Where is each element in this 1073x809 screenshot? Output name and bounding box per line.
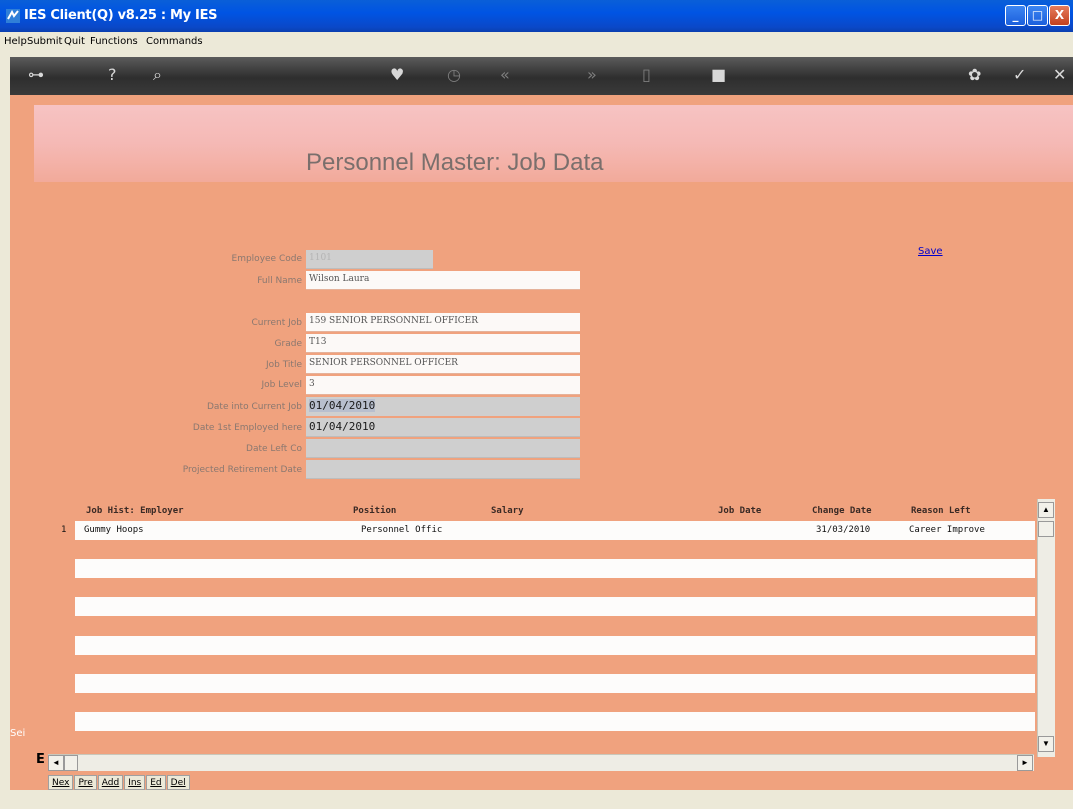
ok-icon[interactable]: ✓ [1013,64,1026,86]
scroll-up-icon[interactable]: ▲ [1038,502,1054,518]
table-row[interactable] [75,712,1035,731]
table-row[interactable]: Gummy Hoops Personnel Offic 31/03/2010 C… [75,521,1035,540]
search-icon[interactable]: ⌕ [153,64,162,86]
stop-icon[interactable]: ■ [711,64,726,86]
date-into-current-job-field[interactable]: 01/04/2010 [306,397,580,416]
job-history-grid-header: Job Hist: Employer Position Salary Job D… [75,506,1035,520]
cell-reason-left[interactable]: Career Improve [909,525,985,535]
insert-button[interactable]: Ins [124,775,146,790]
job-level-field[interactable]: 3 [306,376,580,395]
record-nav-buttons: Nex Pre Add Ins Ed Del [48,772,191,790]
table-row[interactable] [75,559,1035,578]
close-window-button[interactable]: X [1049,5,1070,26]
job-title-field[interactable]: SENIOR PERSONNEL OFFICER [306,355,580,374]
current-job-field[interactable]: 159 SENIOR PERSONNEL OFFICER [306,313,580,332]
date-left-label: Date Left Co [246,444,302,454]
key-icon[interactable]: ⊶ [28,64,44,86]
col-job-date[interactable]: Job Date [718,506,761,516]
save-link[interactable]: Save [918,246,943,257]
close-icon[interactable]: ✕ [1053,64,1066,86]
window-title: IES Client(Q) v8.25 : My IES [24,8,218,23]
table-row[interactable] [75,597,1035,616]
horizontal-scrollbar[interactable]: ◄ ► [48,754,1034,771]
status-strip [0,790,1073,809]
heart-icon[interactable]: ♥ [390,64,404,86]
help-icon[interactable]: ? [108,64,117,86]
full-name-label: Full Name [257,276,302,286]
col-salary[interactable]: Salary [491,506,524,516]
maximize-button[interactable]: □ [1027,5,1048,26]
scroll-left-icon[interactable]: ◄ [48,755,64,771]
full-name-field[interactable]: Wilson Laura [306,271,580,290]
cell-change-date[interactable]: 31/03/2010 [816,525,870,535]
application-window: IES Client(Q) v8.25 : My IES _ □ X Help … [0,0,1073,809]
minimize-button[interactable]: _ [1005,5,1026,26]
col-position[interactable]: Position [353,506,396,516]
header-banner: Personnel Master: Job Data [34,105,1073,182]
table-row[interactable] [75,636,1035,655]
scroll-down-icon[interactable]: ▼ [1038,736,1054,752]
menu-bar: Help Submit Quit Functions Commands [0,32,1073,52]
toolbar: ⊶ ? ⌕ ♥ ◷ « » ▯ ■ ✿ ✓ ✕ [10,57,1073,95]
date-first-employed-field[interactable]: 01/04/2010 [306,418,580,437]
next-icon[interactable]: » [587,64,597,86]
prev-button[interactable]: Pre [74,775,97,790]
date-left-field[interactable] [306,439,580,458]
clock-icon[interactable]: ◷ [447,64,461,86]
side-tab-label[interactable]: Sei [10,728,25,739]
current-job-label: Current Job [251,318,302,328]
row-number: 1 [61,525,67,535]
menu-submit[interactable]: Submit [27,36,62,47]
prev-icon[interactable]: « [500,64,510,86]
col-change-date[interactable]: Change Date [812,506,872,516]
projected-retirement-field[interactable] [306,460,580,479]
page-title: Personnel Master: Job Data [306,149,604,176]
table-row[interactable] [75,674,1035,693]
app-icon [6,9,20,23]
grade-field[interactable]: T13 [306,334,580,353]
date-first-employed-label: Date 1st Employed here [192,423,302,433]
employee-code-label: Employee Code [231,254,302,264]
menu-help[interactable]: Help [4,36,27,47]
side-indicator: E [36,752,45,767]
scroll-right-icon[interactable]: ► [1017,755,1033,771]
tools-icon[interactable]: ✿ [968,64,981,86]
employee-code-field[interactable]: 1101 [306,250,433,269]
scroll-thumb[interactable] [1038,521,1054,537]
col-reason-left[interactable]: Reason Left [911,506,971,516]
next-button[interactable]: Nex [48,775,74,790]
menu-commands[interactable]: Commands [146,36,203,47]
grade-label: Grade [274,339,302,349]
edit-button[interactable]: Ed [146,775,166,790]
date-into-current-job-value: 01/04/2010 [309,399,376,412]
vertical-scrollbar[interactable]: ▲ ▼ [1037,499,1055,757]
date-into-current-job-label: Date into Current Job [206,402,302,412]
cell-position[interactable]: Personnel Offic [361,525,442,535]
menu-quit[interactable]: Quit [64,36,85,47]
projected-retirement-label: Projected Retirement Date [182,465,302,475]
add-button[interactable]: Add [97,775,124,790]
delete-button[interactable]: Del [166,775,190,790]
job-level-label: Job Level [261,380,303,390]
horizontal-scroll-thumb[interactable] [64,755,78,771]
col-employer[interactable]: Job Hist: Employer [86,506,184,516]
menu-functions[interactable]: Functions [90,36,138,47]
page-icon[interactable]: ▯ [642,64,651,86]
title-bar[interactable]: IES Client(Q) v8.25 : My IES _ □ X [0,0,1073,32]
job-title-label: Job Title [265,360,302,370]
cell-employer[interactable]: Gummy Hoops [84,525,144,535]
